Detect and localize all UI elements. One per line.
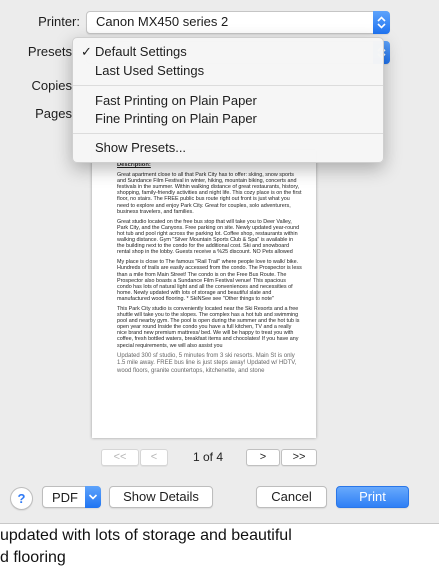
help-button[interactable]: ? xyxy=(10,487,33,510)
page-count: 1 of 4 xyxy=(193,450,224,464)
background-text-line: d flooring xyxy=(0,549,66,566)
printer-select-value: Canon MX450 series 2 xyxy=(96,14,229,29)
printer-label: Printer: xyxy=(38,14,80,29)
preview-paragraph: Updated 300 sf studio, 5 minutes from 3 … xyxy=(117,352,297,374)
print-button[interactable]: Print xyxy=(336,486,409,508)
pages-label: Pages xyxy=(35,106,72,121)
copies-label: Copies xyxy=(31,78,72,93)
preview-paragraph: My place is close to The famous "Rail Tr… xyxy=(117,259,302,302)
chevron-down-icon xyxy=(85,486,101,508)
print-preview-page: Description: Great apartment close to al… xyxy=(92,150,316,438)
print-dialog: Printer: Canon MX450 series 2 Presets Co… xyxy=(0,0,439,524)
show-details-button[interactable]: Show Details xyxy=(109,486,213,508)
menu-item-default-settings[interactable]: Default Settings xyxy=(95,44,187,59)
next-page-button[interactable]: > xyxy=(246,449,280,466)
checkmark-icon: ✓ xyxy=(81,44,92,59)
preview-paragraph: This Park City studio is conveniently lo… xyxy=(117,305,300,349)
printer-select[interactable]: Canon MX450 series 2 xyxy=(86,11,390,34)
presets-label: Presets xyxy=(27,44,72,59)
updown-arrows-icon xyxy=(373,11,390,34)
pdf-button-label: PDF xyxy=(52,490,78,505)
background-document-text: updated with lots of storage and beautif… xyxy=(0,525,439,569)
preview-content: Description: Great apartment close to al… xyxy=(117,162,302,379)
previous-page-button[interactable]: < xyxy=(140,449,168,466)
presets-dropdown-menu: ✓ Default Settings Last Used Settings Fa… xyxy=(72,37,384,163)
pdf-menu-button[interactable]: PDF xyxy=(42,486,101,508)
preview-paragraph: Great studio located on the free bus sto… xyxy=(117,218,300,256)
last-page-button[interactable]: >> xyxy=(281,449,317,466)
cancel-button[interactable]: Cancel xyxy=(256,486,327,508)
menu-item-fast-printing[interactable]: Fast Printing on Plain Paper xyxy=(95,93,257,108)
preview-paragraph: Great apartment close to all that Park C… xyxy=(117,172,302,215)
menu-item-last-used-settings[interactable]: Last Used Settings xyxy=(95,63,204,78)
menu-separator xyxy=(73,133,383,134)
menu-item-show-presets[interactable]: Show Presets... xyxy=(95,140,186,155)
background-text-line: updated with lots of storage and beautif… xyxy=(0,527,292,544)
menu-item-fine-printing[interactable]: Fine Printing on Plain Paper xyxy=(95,111,257,126)
menu-separator xyxy=(73,85,383,86)
first-page-button[interactable]: << xyxy=(101,449,139,466)
